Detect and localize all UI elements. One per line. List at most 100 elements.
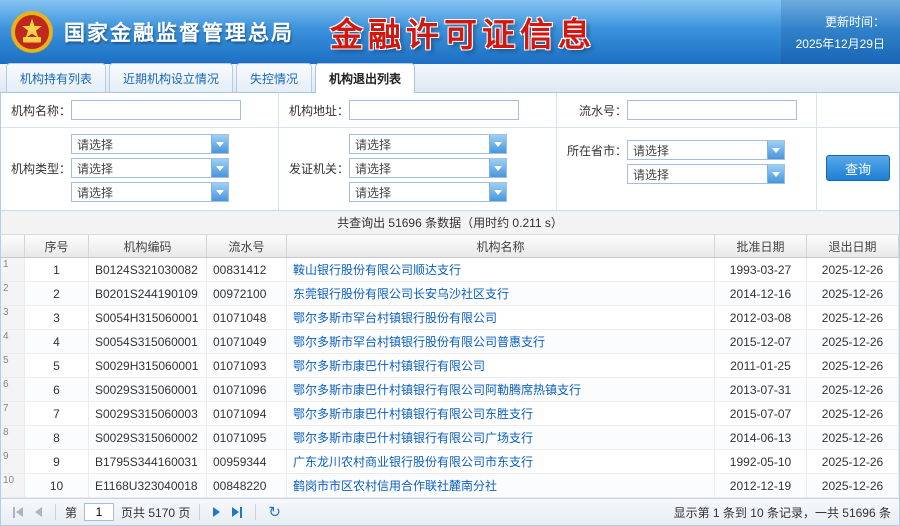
table-header-row: 序号 机构编码 流水号 机构名称 批准日期 退出日期	[1, 235, 899, 258]
cell-org-code: S0054H315060001	[89, 306, 207, 329]
cell-org-code: S0029S315060001	[89, 378, 207, 401]
org-address-input[interactable]	[349, 100, 519, 120]
table-row[interactable]: 33S0054H31506000101071048鄂尔多斯市罕台村镇银行股份有限…	[1, 306, 899, 330]
cell-org-name: 鞍山银行股份有限公司顺达支行	[287, 258, 715, 281]
select-value: 请选择	[628, 141, 767, 159]
issuer-select-level2[interactable]: 请选择	[349, 158, 507, 178]
header-rownum	[1, 235, 25, 257]
results-table: 序号 机构编码 流水号 机构名称 批准日期 退出日期 11B0124S32103…	[1, 235, 899, 498]
tab-holding-list[interactable]: 机构持有列表	[6, 63, 106, 92]
org-name-link[interactable]: 鄂尔多斯市康巴什村镇银行有限公司阿勒腾席热镇支行	[293, 381, 581, 398]
org-name-link[interactable]: 鄂尔多斯市罕台村镇银行股份有限公司	[293, 309, 497, 326]
cell-serial: 01071096	[207, 378, 287, 401]
org-name-link[interactable]: 鄂尔多斯市罕台村镇银行股份有限公司普惠支行	[293, 333, 545, 350]
pagination-divider	[255, 504, 256, 520]
cell-approve-date: 2015-07-07	[715, 402, 807, 425]
first-page-button[interactable]	[9, 505, 27, 520]
pagination-divider	[55, 504, 56, 520]
page-input[interactable]	[84, 503, 114, 521]
cell-org-name: 鹤岗市市区农村信用合作联社麓南分社	[287, 474, 715, 497]
page-label-prefix: 第	[65, 504, 77, 521]
cell-exit-date: 2025-12-26	[807, 354, 899, 377]
select-value: 请选择	[72, 135, 211, 153]
table-row[interactable]: 22B0201S24419010900972100东莞银行股份有限公司长安乌沙社…	[1, 282, 899, 306]
table-row[interactable]: 88S0029S31506000201071095鄂尔多斯市康巴什村镇银行有限公…	[1, 426, 899, 450]
cell-org-code: B0124S321030082	[89, 258, 207, 281]
org-name-input[interactable]	[71, 100, 241, 120]
last-page-button[interactable]	[228, 505, 246, 520]
serial-number-input[interactable]	[627, 100, 797, 120]
org-type-select-level1[interactable]: 请选择	[71, 134, 229, 154]
table-row[interactable]: 44S0054S31506000101071049鄂尔多斯市罕台村镇银行股份有限…	[1, 330, 899, 354]
select-value: 请选择	[350, 183, 489, 201]
refresh-icon[interactable]: ↻	[265, 505, 284, 520]
cell-serial: 01071093	[207, 354, 287, 377]
chevron-down-icon[interactable]	[489, 159, 506, 177]
chevron-down-icon[interactable]	[211, 135, 228, 153]
chevron-down-icon[interactable]	[211, 183, 228, 201]
tab-recent-establishments[interactable]: 近期机构设立情况	[109, 63, 233, 92]
table-body: 11B0124S32103008200831412鞍山银行股份有限公司顺达支行1…	[1, 258, 899, 498]
table-row[interactable]: 1010E1168U32304001800848220鹤岗市市区农村信用合作联社…	[1, 474, 899, 498]
cell-approve-date: 2014-06-13	[715, 426, 807, 449]
update-time-value: 2025年12月29日	[796, 35, 885, 52]
cell-org-name: 鄂尔多斯市康巴什村镇银行有限公司阿勒腾席热镇支行	[287, 378, 715, 401]
org-type-group: 请选择 机构类型： 请选择 请选择	[1, 128, 279, 210]
region-group: 所在省市： 请选择 请选择	[557, 128, 817, 210]
query-button[interactable]: 查询	[826, 155, 890, 181]
chevron-down-icon[interactable]	[489, 135, 506, 153]
chevron-down-icon[interactable]	[489, 183, 506, 201]
city-select[interactable]: 请选择	[627, 164, 785, 184]
tab-exit-list[interactable]: 机构退出列表	[315, 63, 415, 93]
org-type-select-level3[interactable]: 请选择	[71, 182, 229, 202]
table-row[interactable]: 77S0029S31506000301071094鄂尔多斯市康巴什村镇银行有限公…	[1, 402, 899, 426]
row-number: 5	[1, 354, 25, 377]
table-row[interactable]: 99B1795S34416003100959344广东龙川农村商业银行股份有限公…	[1, 450, 899, 474]
org-type-select-level2[interactable]: 请选择	[71, 158, 229, 178]
org-name-link[interactable]: 广东龙川农村商业银行股份有限公司市东支行	[293, 453, 533, 470]
tab-out-of-control[interactable]: 失控情况	[236, 63, 312, 92]
site-title: 金融许可证信息	[330, 8, 596, 56]
cell-seq: 1	[25, 258, 89, 281]
header-seq: 序号	[25, 235, 89, 257]
cell-org-code: S0029H315060001	[89, 354, 207, 377]
org-name-link[interactable]: 鄂尔多斯市康巴什村镇银行有限公司	[293, 357, 485, 374]
org-name-link[interactable]: 鞍山银行股份有限公司顺达支行	[293, 261, 461, 278]
header-serial: 流水号	[207, 235, 287, 257]
org-name-link[interactable]: 东莞银行股份有限公司长安乌沙社区支行	[293, 285, 509, 302]
tab-panel-exit-list: 机构名称： 机构地址： 流水号： 请选择 机构类型： 请选择	[0, 93, 900, 526]
search-row-selects: 请选择 机构类型： 请选择 请选择 请选择	[1, 128, 899, 211]
pagination-info: 显示第 1 条到 10 条记录，一共 51696 条	[674, 504, 891, 521]
app-header: 国家金融监督管理总局 金融许可证信息 更新时间： 2025年12月29日	[0, 0, 900, 64]
org-name-link[interactable]: 鄂尔多斯市康巴什村镇银行有限公司东胜支行	[293, 405, 533, 422]
national-emblem-icon	[10, 10, 54, 54]
cell-exit-date: 2025-12-26	[807, 402, 899, 425]
summary-text: 共查询出 51696 条数据（用时约 0.211 s）	[337, 214, 563, 231]
org-name-label: 机构名称：	[5, 102, 71, 119]
cell-exit-date: 2025-12-26	[807, 378, 899, 401]
cell-seq: 10	[25, 474, 89, 497]
chevron-down-icon[interactable]	[767, 141, 784, 159]
prev-page-button[interactable]	[31, 505, 46, 519]
select-value: 请选择	[628, 165, 767, 183]
province-select[interactable]: 请选择	[627, 140, 785, 160]
cell-exit-date: 2025-12-26	[807, 306, 899, 329]
table-row[interactable]: 66S0029S31506000101071096鄂尔多斯市康巴什村镇银行有限公…	[1, 378, 899, 402]
chevron-down-icon[interactable]	[211, 159, 228, 177]
next-page-button[interactable]	[209, 505, 224, 519]
table-row[interactable]: 55S0029H31506000101071093鄂尔多斯市康巴什村镇银行有限公…	[1, 354, 899, 378]
cell-approve-date: 2014-12-16	[715, 282, 807, 305]
cell-seq: 4	[25, 330, 89, 353]
cell-exit-date: 2025-12-26	[807, 282, 899, 305]
cell-approve-date: 2015-12-07	[715, 330, 807, 353]
cell-exit-date: 2025-12-26	[807, 474, 899, 497]
cell-approve-date: 1993-03-27	[715, 258, 807, 281]
issuer-select-level3[interactable]: 请选择	[349, 182, 507, 202]
org-name-link[interactable]: 鹤岗市市区农村信用合作联社麓南分社	[293, 477, 497, 494]
chevron-down-icon[interactable]	[767, 165, 784, 183]
issuer-select-level1[interactable]: 请选择	[349, 134, 507, 154]
pagination-divider	[199, 504, 200, 520]
table-row[interactable]: 11B0124S32103008200831412鞍山银行股份有限公司顺达支行1…	[1, 258, 899, 282]
cell-exit-date: 2025-12-26	[807, 330, 899, 353]
org-name-link[interactable]: 鄂尔多斯市康巴什村镇银行有限公司广场支行	[293, 429, 533, 446]
